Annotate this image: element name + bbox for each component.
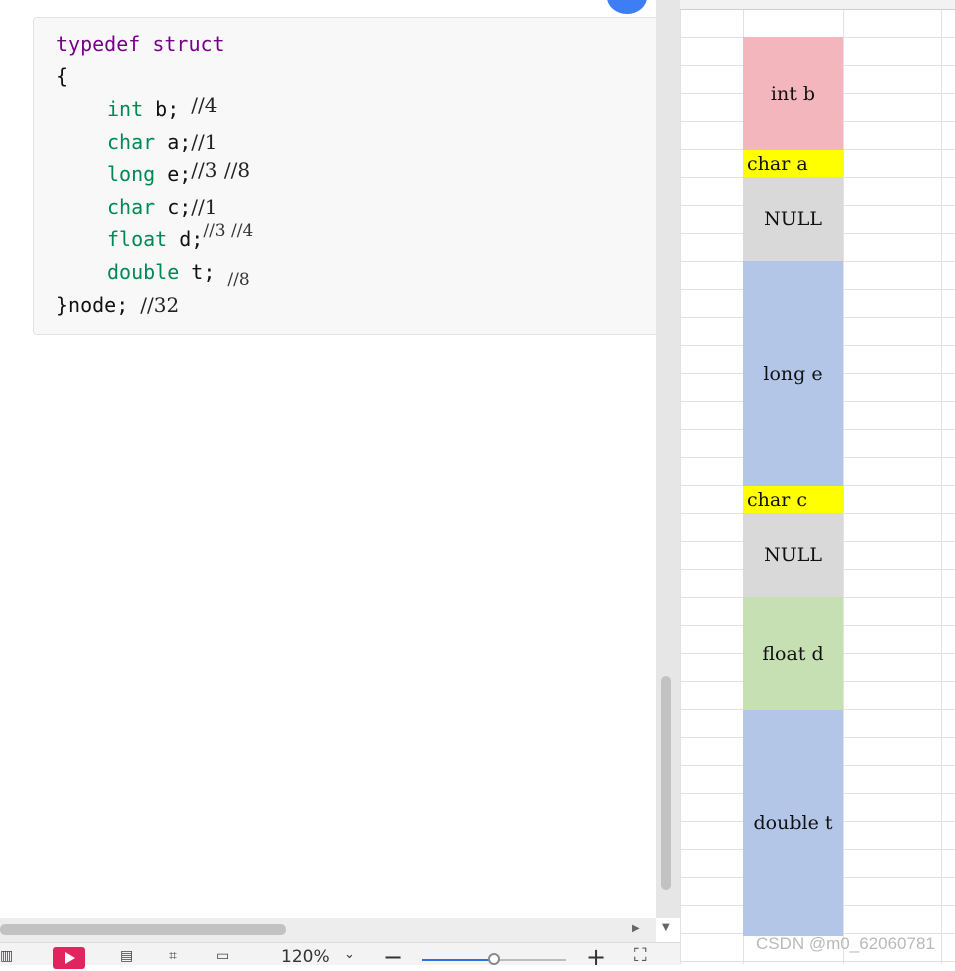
- memory-cell[interactable]: char c: [743, 486, 843, 513]
- scroll-down-arrow-icon[interactable]: ▼: [662, 922, 670, 933]
- type-float: float: [107, 227, 168, 251]
- zoom-slider[interactable]: [422, 953, 566, 965]
- code-line-9: }node; //32: [56, 293, 179, 317]
- chevron-down-icon[interactable]: ⌄: [344, 947, 355, 962]
- keyword-typedef: typedef: [56, 32, 141, 56]
- member-a: a;: [155, 130, 192, 154]
- annotation-e: //3 //8: [191, 158, 251, 182]
- member-d: d;: [167, 227, 204, 251]
- annotation-t: //8: [227, 270, 250, 290]
- type-double: double: [107, 260, 180, 284]
- memory-cell[interactable]: int b: [743, 37, 843, 150]
- zoom-in-button[interactable]: +: [586, 943, 606, 971]
- type-char: char: [107, 130, 156, 154]
- code-line-5: long e;//3 //8: [107, 158, 250, 186]
- annotation-size: //32: [140, 293, 180, 317]
- memory-cell[interactable]: NULL: [743, 177, 843, 261]
- code-line-8: double t; //8: [107, 260, 250, 290]
- member-c: c;: [155, 195, 192, 219]
- floating-action-button[interactable]: [607, 0, 647, 14]
- scroll-right-arrow-icon[interactable]: ▶: [632, 923, 640, 934]
- annotation-d: //3 //4: [203, 221, 254, 241]
- keyword-struct: struct: [152, 32, 225, 56]
- watermark: CSDN @m0_62060781: [756, 934, 935, 953]
- vertical-scroll-thumb[interactable]: [661, 676, 671, 890]
- annotation-b: //4: [191, 93, 218, 117]
- zoom-out-button[interactable]: −: [383, 943, 403, 971]
- code-line-6: char c;//1: [107, 195, 218, 219]
- code-line-7: float d;//3 //4: [107, 221, 253, 251]
- focus-view-icon[interactable]: ⌗: [169, 948, 177, 964]
- zoom-slider-fill: [422, 959, 494, 961]
- struct-name: }node;: [56, 293, 129, 317]
- type-int: int: [107, 97, 144, 121]
- fullscreen-icon[interactable]: ⛶: [634, 945, 647, 966]
- memory-cell[interactable]: double t: [743, 710, 843, 936]
- annotation-a: //1: [191, 130, 218, 154]
- play-button[interactable]: [53, 947, 85, 969]
- code-block: typedef struct { int b; //4 char a;//1 l…: [33, 17, 673, 335]
- annotation-c: //1: [191, 195, 218, 219]
- code-line-4: char a;//1: [107, 130, 218, 154]
- page-view-icon[interactable]: ▭: [216, 948, 229, 964]
- memory-cell[interactable]: char a: [743, 150, 843, 177]
- reading-view-icon[interactable]: ▤: [120, 948, 133, 964]
- horizontal-scrollbar[interactable]: ▶: [0, 918, 656, 942]
- member-e: e;: [155, 162, 192, 186]
- type-long: long: [107, 162, 156, 186]
- code-line-2: {: [56, 64, 69, 88]
- member-b: b;: [143, 97, 180, 121]
- column-header-row: [680, 0, 955, 10]
- memory-cell[interactable]: float d: [743, 597, 843, 710]
- member-t: t;: [179, 260, 216, 284]
- vertical-scrollbar[interactable]: ▼: [656, 0, 680, 933]
- spreadsheet-pane: int b char a NULL long e char c NULL float d do…: [680, 0, 955, 964]
- memory-cell[interactable]: long e: [743, 261, 843, 486]
- status-bar: ▥ ▤ ⌗ ▭ 120% ⌄ − + ⛶: [0, 942, 680, 971]
- memory-cell[interactable]: NULL: [743, 513, 843, 597]
- horizontal-scroll-thumb[interactable]: [0, 924, 286, 935]
- zoom-slider-handle[interactable]: [488, 953, 500, 965]
- code-line-1: typedef struct: [56, 32, 225, 56]
- code-line-3: int b; //4: [107, 93, 218, 121]
- editor-pane: typedef struct { int b; //4 char a;//1 l…: [0, 0, 673, 918]
- type-char: char: [107, 195, 156, 219]
- zoom-level-label[interactable]: 120%: [281, 947, 330, 967]
- layout-view-icon[interactable]: ▥: [0, 948, 13, 964]
